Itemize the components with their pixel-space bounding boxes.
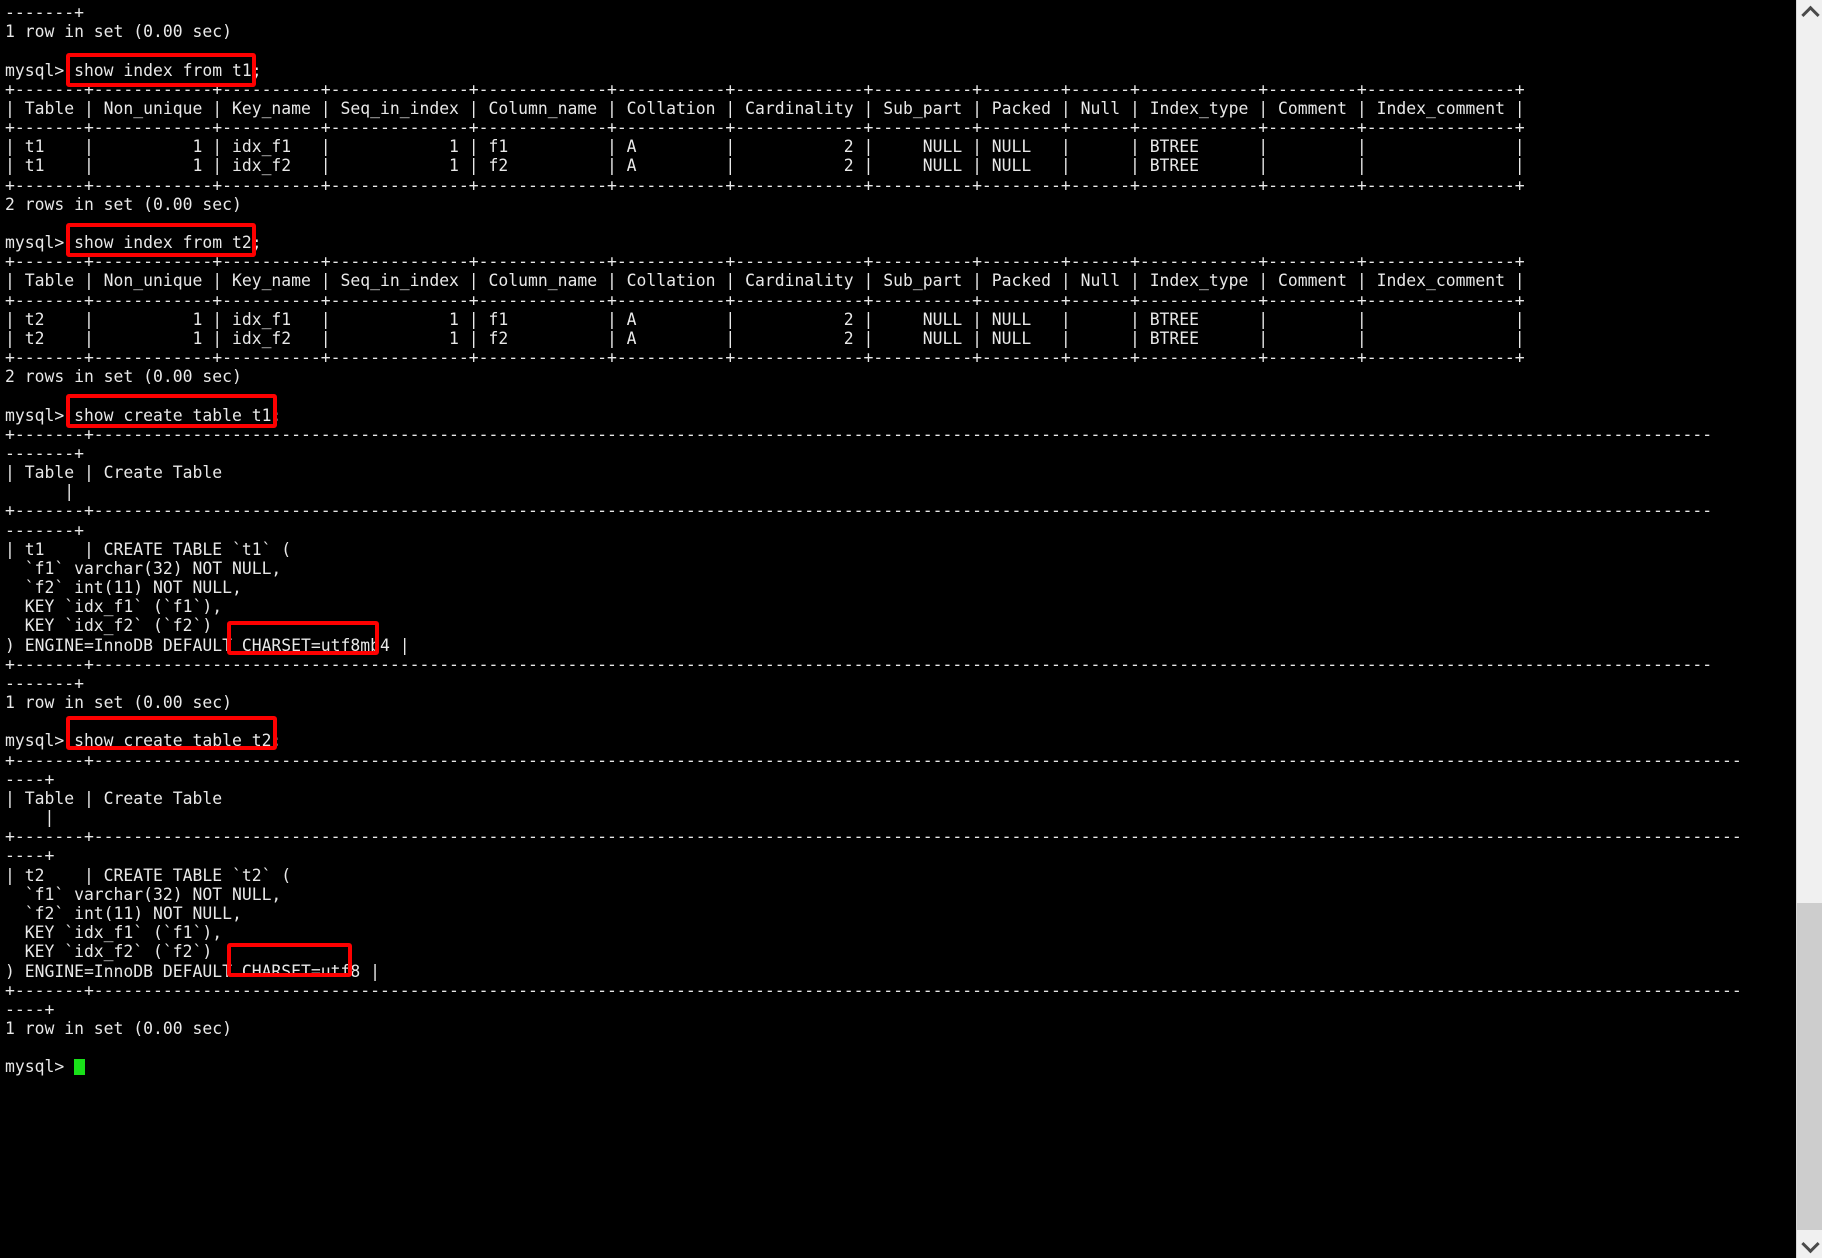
terminal-line: +-------+-------------------------------… <box>5 501 1713 521</box>
terminal-cursor <box>74 1059 85 1076</box>
terminal-line: | Table | Create Table <box>5 788 223 808</box>
terminal-line: 2 rows in set (0.00 sec) <box>5 194 242 214</box>
terminal-line: mysql> <box>5 1057 85 1076</box>
terminal-line: 1 row in set (0.00 sec) <box>5 1019 232 1038</box>
terminal-line: +-------+-------------------------------… <box>5 424 1713 444</box>
scroll-up-button[interactable] <box>1797 0 1822 26</box>
terminal-line: KEY `idx_f1` (`f1`), <box>5 923 223 943</box>
terminal-line: -------+ <box>5 3 84 22</box>
terminal-line: | <box>5 482 75 502</box>
terminal-line: KEY `idx_f2` (`f2`) <box>5 616 213 636</box>
terminal-line: +-------+------------+----------+-------… <box>5 348 1525 368</box>
terminal-line: -------+ <box>5 520 84 540</box>
terminal-line: | t1 | 1 | idx_f1 | 1 | f1 | A | 2 | NUL… <box>5 137 1525 157</box>
terminal-output[interactable]: -------+ 1 row in set (0.00 sec) mysql> sh… <box>0 0 1796 1258</box>
terminal-line: | t2 | CREATE TABLE `t2` ( <box>5 865 292 885</box>
terminal-line: 1 row in set (0.00 sec) <box>5 693 232 713</box>
vertical-scrollbar[interactable] <box>1796 0 1822 1258</box>
terminal-line: 1 row in set (0.00 sec) <box>5 22 232 42</box>
terminal-line: KEY `idx_f1` (`f1`), <box>5 597 223 617</box>
terminal-line: `f2` int(11) NOT NULL, <box>5 903 242 923</box>
chevron-down-icon <box>1800 1234 1820 1253</box>
terminal-line: | t2 | 1 | idx_f2 | 1 | f2 | A | 2 | NUL… <box>5 328 1525 348</box>
terminal-line: | t2 | 1 | idx_f1 | 1 | f1 | A | 2 | NUL… <box>5 309 1525 329</box>
terminal-line: +-------+-------------------------------… <box>5 827 1742 847</box>
terminal-line: -------+ <box>5 673 84 693</box>
terminal-line: +-------+-------------------------------… <box>5 750 1742 770</box>
terminal-line: KEY `idx_f2` (`f2`) <box>5 942 213 962</box>
scroll-down-button[interactable] <box>1797 1232 1822 1258</box>
terminal-line: +-------+-------------------------------… <box>5 980 1742 1000</box>
terminal-line: `f1` varchar(32) NOT NULL, <box>5 558 282 578</box>
scrollbar-thumb[interactable] <box>1797 903 1822 1230</box>
terminal-line: | Table | Non_unique | Key_name | Seq_in… <box>5 271 1525 291</box>
terminal-line: | Table | Create Table <box>5 463 223 483</box>
terminal-line: mysql> show create table t1; <box>5 405 282 425</box>
terminal-line: +-------+------------+----------+-------… <box>5 175 1525 195</box>
terminal-line: | Table | Non_unique | Key_name | Seq_in… <box>5 98 1525 118</box>
terminal-line: ----+ <box>5 846 55 866</box>
terminal-line: | t1 | CREATE TABLE `t1` ( <box>5 539 292 559</box>
terminal-line: -------+ <box>5 443 84 463</box>
terminal-line: +-------+------------+----------+-------… <box>5 118 1525 138</box>
terminal-line: +-------+------------+----------+-------… <box>5 252 1525 272</box>
chevron-up-icon <box>1800 5 1820 24</box>
terminal-line: 2 rows in set (0.00 sec) <box>5 367 242 387</box>
terminal-line: ----+ <box>5 999 55 1019</box>
terminal-line: mysql> show index from t2; <box>5 233 262 253</box>
terminal-line: +-------+------------+----------+-------… <box>5 290 1525 310</box>
terminal-line: ----+ <box>5 769 55 789</box>
terminal-line: | t1 | 1 | idx_f2 | 1 | f2 | A | 2 | NUL… <box>5 156 1525 176</box>
terminal-line: `f2` int(11) NOT NULL, <box>5 578 242 598</box>
terminal-line: mysql> show create table t2; <box>5 731 282 751</box>
terminal-line: | <box>5 808 55 828</box>
terminal-line: +-------+-------------------------------… <box>5 654 1713 674</box>
terminal-line: ) ENGINE=InnoDB DEFAULT CHARSET=utf8mb4 … <box>5 635 410 655</box>
terminal-window: -------+ 1 row in set (0.00 sec) mysql> sh… <box>0 0 1822 1258</box>
terminal-line: ) ENGINE=InnoDB DEFAULT CHARSET=utf8 | <box>5 961 380 981</box>
terminal-line: `f1` varchar(32) NOT NULL, <box>5 884 282 904</box>
terminal-line: +-------+------------+----------+-------… <box>5 79 1525 99</box>
terminal-line: mysql> show index from t1; <box>5 60 262 80</box>
